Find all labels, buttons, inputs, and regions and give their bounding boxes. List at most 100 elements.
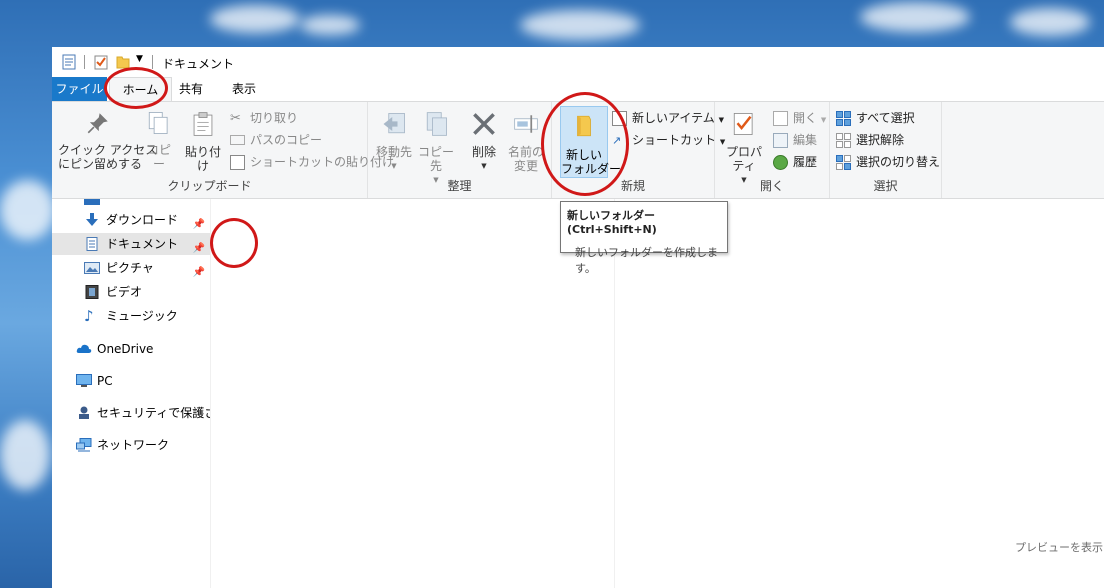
secure-location-icon [79,406,89,419]
sidebar-item-music[interactable]: ♪ ミュージック [52,305,210,327]
history-label: 履歴 [793,155,818,169]
edit-button[interactable]: 編集 [773,130,817,150]
select-none-button[interactable]: 選択解除 [836,130,904,150]
sidebar-item-documents[interactable]: ドキュメント 📌 [52,233,210,255]
file-list[interactable] [212,199,615,588]
sidebar-item-label: OneDrive [97,342,154,356]
sidebar-item-label: ドキュメント [106,237,179,251]
cut-button[interactable]: ✂ 切り取り [230,108,298,128]
pin-quick-access-label: クイック アクセス にピン留めする [58,143,158,171]
qat-dropdown-icon[interactable]: ▼ [136,54,143,64]
rename-icon [514,115,538,133]
delete-x-icon [473,113,495,135]
delete-button[interactable]: 削除 ▼ [466,110,502,173]
move-to-button[interactable]: 移動先 ▼ [374,110,414,173]
copy-button[interactable]: コピー [142,110,176,171]
move-to-dropdown-icon: ▼ [391,162,397,170]
sidebar-item-pc[interactable]: PC [52,370,210,392]
desktop-cloud [300,15,360,35]
copy-path-label: パスのコピー [250,133,323,147]
copy-label: コピー [146,143,171,171]
sidebar-item-videos[interactable]: ビデオ [52,281,210,303]
pictures-icon [84,262,100,274]
open-file-icon [773,111,788,126]
tab-share[interactable]: 共有 [172,77,210,101]
copy-to-label: コピー先 [417,145,454,173]
network-icon [76,438,92,452]
invert-selection-label: 選択の切り替え [856,155,941,169]
checkmark-icon[interactable] [94,54,108,70]
document-icon [86,237,98,251]
shortcut-label: ショートカット [632,133,717,147]
easy-access-button[interactable]: ↗ ショートカット ▼ [612,130,725,150]
scissors-icon: ✂ [230,111,241,126]
edit-label: 編集 [793,133,818,147]
paste-button[interactable]: 貼り付け [180,110,226,173]
sidebar-item-label: ミュージック [106,309,178,323]
cloud-icon [76,344,92,353]
clipboard-group: クイック アクセス にピン留めする コピー 貼り付け ✂ 切り取り パスのコピー… [52,102,394,198]
annotation-circle-home-tab [104,67,168,109]
sidebar-item-label: PC [97,374,113,388]
desktop-cloud [1010,8,1090,36]
sidebar-item-desktop-partial[interactable] [52,199,210,209]
paste-label: 貼り付け [184,145,221,173]
select-none-icon [836,133,851,148]
sidebar-item-onedrive[interactable]: OneDrive [52,338,210,360]
invert-selection-icon [836,155,851,170]
copy-to-button[interactable]: コピー先 ▼ [416,110,456,187]
preview-message: プレビューを表示する [1015,541,1104,554]
properties-button[interactable]: プロパティ ▼ [721,110,767,187]
rename-button[interactable]: 名前の 変更 [506,110,546,173]
tooltip-title: 新しいフォルダー (Ctrl+Shift+N) [567,209,657,236]
sidebar-item-network[interactable]: ネットワーク [52,434,210,456]
copy-path-button[interactable]: パスのコピー [230,130,322,150]
delete-label: 削除 [471,145,496,159]
annotation-circle-new-folder [541,92,629,196]
invert-selection-button[interactable]: 選択の切り替え [836,152,940,172]
new-item-button[interactable]: 新しいアイテム ▼ [612,108,724,128]
select-group: すべて選択 選択解除 選択の切り替え 選択 [830,102,942,198]
open-label: 開く [793,111,818,125]
select-all-button[interactable]: すべて選択 [836,108,915,128]
desktop-cloud [860,2,970,32]
move-to-icon [383,113,405,134]
history-button[interactable]: 履歴 [773,152,817,172]
open-dropdown-icon: ▼ [820,116,827,124]
sidebar-item-label: ネットワーク [97,438,170,452]
tab-file[interactable]: ファイル [52,77,107,101]
move-to-label: 移動先 [375,145,412,159]
clipboard-icon [193,112,213,136]
monitor-icon [76,374,92,387]
clipboard-group-label: クリップボード [167,179,252,193]
pin-icon [87,113,108,134]
select-group-label: 選択 [873,179,898,193]
desktop-cloud [210,5,300,33]
copy-to-icon [426,112,447,136]
select-none-label: 選択解除 [856,133,905,147]
rename-label: 名前の 変更 [507,145,544,173]
sidebar-item-secure-location[interactable]: セキュリティで保護された [52,402,210,424]
download-icon [86,213,98,226]
properties-icon[interactable] [62,54,76,70]
organize-group: 移動先 ▼ コピー先 ▼ 削除 ▼ 名前の 変更 整理 [368,102,552,198]
sidebar-item-label: ピクチャ [106,261,154,275]
desktop-icon [84,199,100,205]
delete-dropdown-icon: ▼ [481,162,487,170]
edit-icon [773,133,788,148]
history-icon [773,155,788,170]
sidebar-item-pictures[interactable]: ピクチャ 📌 [52,257,210,279]
video-icon [85,285,99,299]
new-item-label: 新しいアイテム [632,111,715,125]
sidebar-item-downloads[interactable]: ダウンロード 📌 [52,209,210,231]
tab-view[interactable]: 表示 [222,77,266,101]
properties-check-icon [733,113,753,135]
path-icon [230,135,245,145]
qat-divider [84,55,85,69]
open-button[interactable]: 開く ▼ [773,108,826,128]
music-icon: ♪ [84,307,94,325]
pin-quick-access-button[interactable]: クイック アクセス にピン留めする [58,110,158,171]
sidebar-item-label: ダウンロード [106,213,179,227]
desktop-cloud [520,10,640,40]
navigation-pane: ダウンロード 📌 ドキュメント 📌 ピクチャ 📌 ビデオ ♪ ミュージック On… [52,199,211,588]
